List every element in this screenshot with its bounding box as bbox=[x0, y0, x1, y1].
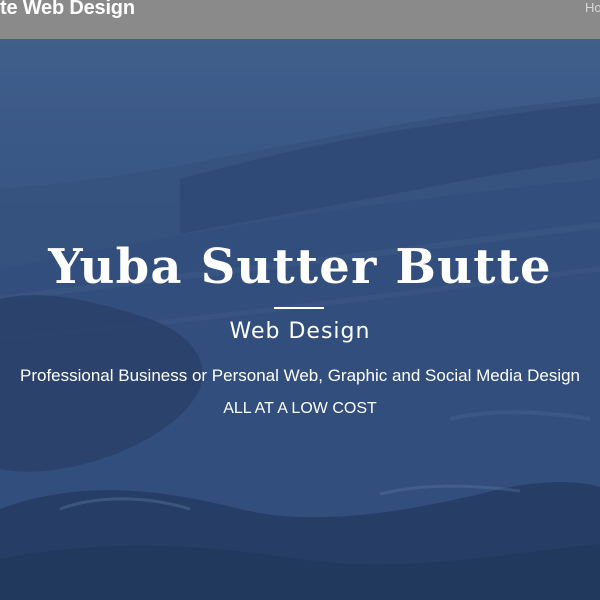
nav-link-home[interactable]: Ho bbox=[585, 0, 600, 16]
page: te Web Design Ho Yuba Sutter Butte Web D… bbox=[0, 0, 600, 600]
hero-title-divider bbox=[274, 307, 324, 309]
hero-tagline: Professional Business or Personal Web, G… bbox=[19, 366, 581, 385]
hero-cta-text: ALL AT A LOW COST bbox=[223, 400, 377, 417]
top-nav-bar: te Web Design Ho bbox=[0, 0, 600, 39]
hero-subtitle: Web Design bbox=[229, 319, 371, 344]
hero-title: Yuba Sutter Butte bbox=[48, 239, 552, 295]
site-brand-link[interactable]: te Web Design bbox=[0, 0, 135, 20]
